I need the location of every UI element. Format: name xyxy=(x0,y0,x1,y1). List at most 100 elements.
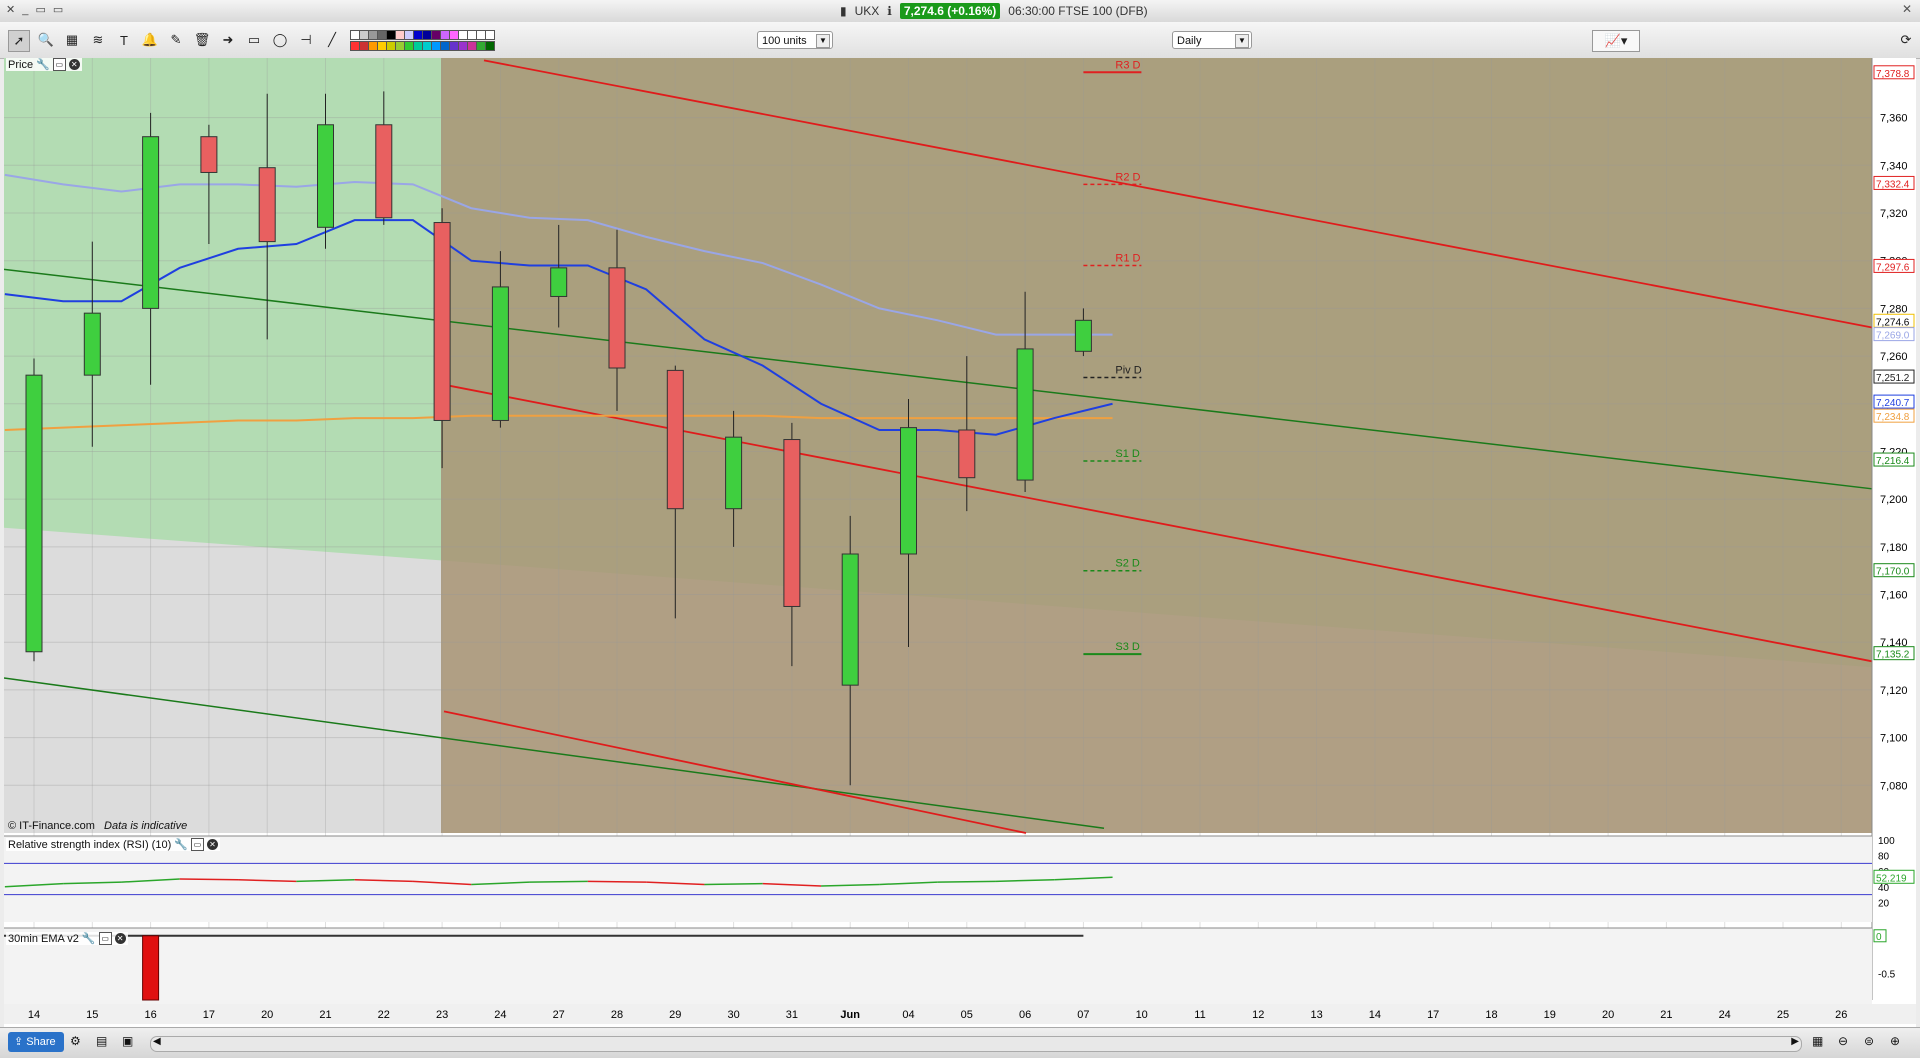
x-tick-label: 17 xyxy=(1427,1009,1439,1021)
trash-icon[interactable]: 🗑 xyxy=(192,30,212,50)
window-controls[interactable]: ✕ _ ▭ ▭ xyxy=(6,3,65,16)
chevron-down-icon: ▼ xyxy=(1235,34,1249,48)
alert-bell-icon[interactable]: 🔔 xyxy=(140,30,160,50)
units-select-value: 100 units xyxy=(762,35,807,47)
pointer-tool-icon[interactable]: ➚ xyxy=(8,30,30,52)
candle-body xyxy=(550,267,568,297)
title-bar: ✕ _ ▭ ▭ ▮ UKX ℹ 7,274.6 (+0.16%) 06:30:0… xyxy=(0,0,1920,23)
arrow-tool-icon[interactable]: ➜ xyxy=(218,30,238,50)
trend-line-icon[interactable]: ╱ xyxy=(322,30,342,50)
x-tick-label: 21 xyxy=(1660,1009,1672,1021)
x-tick-label: 20 xyxy=(1602,1009,1614,1021)
candle-body xyxy=(25,374,43,653)
ellipse-tool-icon[interactable]: ◯ xyxy=(270,30,290,50)
price-marker-label: 7,332.4 xyxy=(1876,179,1910,190)
x-tick-label: 25 xyxy=(1777,1009,1789,1021)
x-tick-label: 04 xyxy=(902,1009,914,1021)
price-marker-label: 7,234.8 xyxy=(1876,412,1910,423)
text-tool-icon[interactable]: T xyxy=(114,30,134,50)
rsi-panel-header: Relative strength index (RSI) (10) 🔧 ▭ ✕ xyxy=(6,838,220,851)
zoom-icon[interactable]: 🔍 xyxy=(36,30,56,50)
horizontal-line-icon[interactable]: ⊣ xyxy=(296,30,316,50)
zoom-fit-icon[interactable]: ⊜ xyxy=(1864,1034,1874,1048)
x-tick-label: 28 xyxy=(611,1009,623,1021)
pencil-tool-icon[interactable]: ✎ xyxy=(166,30,186,50)
candle-body xyxy=(666,369,684,510)
price-tick-label: 7,360 xyxy=(1880,113,1908,125)
ema-panel-background xyxy=(4,928,1872,1004)
price-marker-label: 7,216.4 xyxy=(1876,456,1910,467)
x-tick-label: 18 xyxy=(1485,1009,1497,1021)
x-tick-label: 22 xyxy=(378,1009,390,1021)
price-marker-label: 7,274.6 xyxy=(1876,317,1910,328)
price-tick-label: 7,100 xyxy=(1880,733,1908,745)
x-tick-label: 24 xyxy=(1719,1009,1731,1021)
panel-window-icon[interactable]: ▭ xyxy=(190,838,204,851)
chart-type-icon[interactable]: ▦ xyxy=(62,30,82,50)
chart-icon[interactable]: ▦ xyxy=(1812,1034,1823,1048)
close-icon[interactable]: ✕ xyxy=(1902,2,1912,16)
time-instrument-label: 06:30:00 FTSE 100 (DFB) xyxy=(1008,4,1148,18)
scroll-left-icon[interactable]: ◀ xyxy=(153,1036,161,1047)
ema-bar xyxy=(142,935,160,1001)
panel-window-icon[interactable]: ▭ xyxy=(98,932,112,945)
color-palette[interactable] xyxy=(350,30,495,51)
rsi-line-segment xyxy=(179,878,239,881)
wrench-icon[interactable]: 🔧 xyxy=(82,932,96,945)
candle-body xyxy=(900,427,917,555)
x-tick-label: 07 xyxy=(1077,1009,1089,1021)
candle-body xyxy=(1016,348,1034,481)
close-icon[interactable]: ✕ xyxy=(114,933,126,944)
share-button-label: Share xyxy=(26,1036,56,1048)
scroll-right-icon[interactable]: ▶ xyxy=(1791,1036,1799,1047)
rsi-line-segment xyxy=(587,880,647,883)
price-marker-label: 7,269.0 xyxy=(1876,331,1910,342)
horizontal-scrollbar[interactable]: ◀ ▶ xyxy=(150,1036,1802,1052)
candle-body xyxy=(491,286,509,421)
pivot-label: R1 D xyxy=(1115,252,1140,264)
wrench-icon[interactable]: 🔧 xyxy=(174,838,188,851)
x-tick-label: 19 xyxy=(1544,1009,1556,1021)
price-tick-label: 7,340 xyxy=(1880,160,1908,172)
units-select[interactable]: 100 units ▼ xyxy=(757,31,833,49)
rsi-line-segment xyxy=(937,880,996,883)
ema-panel-header: 30min EMA v2 🔧 ▭ ✕ xyxy=(6,932,128,945)
info-icon[interactable]: ℹ xyxy=(887,4,892,18)
settings-icon[interactable]: ⚙ xyxy=(70,1034,81,1048)
rsi-line-segment xyxy=(529,880,588,883)
fibonacci-icon[interactable]: ≋ xyxy=(88,30,108,50)
x-tick-label: 29 xyxy=(669,1009,681,1021)
zoom-out-icon[interactable]: ⊖ xyxy=(1838,1034,1848,1048)
red-channel-fill xyxy=(441,58,1872,833)
close-icon[interactable]: ✕ xyxy=(206,839,218,850)
pivot-label: R2 D xyxy=(1115,171,1140,183)
x-tick-label: 31 xyxy=(786,1009,798,1021)
copyright-text: © IT-Finance.com xyxy=(8,820,95,832)
chart-settings-icon[interactable]: ⟳ xyxy=(1896,30,1916,50)
price-marker-label: 7,135.2 xyxy=(1876,650,1910,661)
instrument-icon: ▮ xyxy=(840,4,847,18)
ema-tick-label: -0.5 xyxy=(1878,970,1896,981)
panel-window-icon[interactable]: ▭ xyxy=(52,58,66,71)
symbol-label[interactable]: UKX xyxy=(855,4,880,18)
candle-body xyxy=(83,312,101,376)
x-tick-label: 13 xyxy=(1310,1009,1322,1021)
rectangle-tool-icon[interactable]: ▭ xyxy=(244,30,264,50)
rsi-panel-label: Relative strength index (RSI) (10) xyxy=(8,838,172,851)
x-tick-label: 16 xyxy=(144,1009,156,1021)
period-select[interactable]: Daily ▼ xyxy=(1172,31,1252,49)
zoom-in-icon[interactable]: ⊕ xyxy=(1890,1034,1900,1048)
export-icon[interactable]: ▣ xyxy=(122,1034,133,1048)
close-icon[interactable]: ✕ xyxy=(68,59,80,70)
share-button[interactable]: ⇪ Share xyxy=(8,1032,64,1052)
x-tick-label: 17 xyxy=(203,1009,215,1021)
candle-body xyxy=(958,429,976,479)
candle-body xyxy=(317,124,334,228)
candle-body xyxy=(200,136,218,173)
chart-svg[interactable]: R3 D R2 D R1 D Piv D S1 D S2 D S3 D 7,080 7,100 7… xyxy=(4,58,1916,1043)
indicator-menu-icon[interactable]: 📈▾ xyxy=(1592,30,1640,52)
layout-icon[interactable]: ▤ xyxy=(96,1034,107,1048)
price-marker-label: 7,378.8 xyxy=(1876,69,1910,80)
wrench-icon[interactable]: 🔧 xyxy=(36,58,50,71)
chart-area[interactable]: R3 D R2 D R1 D Piv D S1 D S2 D S3 D 7,080 7,100 7… xyxy=(4,58,1916,1043)
